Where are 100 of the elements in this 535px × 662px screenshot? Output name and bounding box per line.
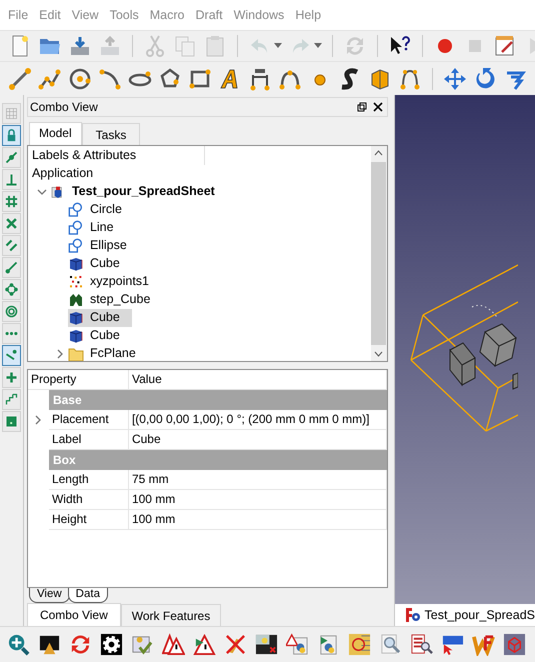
property-name: Height — [48, 510, 129, 530]
wireframe-icon[interactable] — [503, 633, 526, 656]
grid-icon — [4, 106, 19, 121]
folder-icon — [68, 346, 84, 361]
tree-item[interactable]: Cube — [68, 308, 132, 327]
gear-icon[interactable] — [100, 633, 123, 656]
property-value[interactable]: 100 mm — [128, 510, 386, 530]
tree-item[interactable]: Line — [68, 218, 116, 237]
scroll-thumb[interactable] — [371, 162, 386, 345]
tab[interactable]: Work Features — [120, 604, 222, 626]
solid-icon — [68, 292, 84, 308]
tab[interactable]: Model — [28, 122, 82, 145]
parallel-icon — [4, 238, 19, 253]
tab[interactable]: View — [28, 588, 70, 603]
property-value[interactable]: 75 mm — [128, 470, 386, 490]
dots-button[interactable] — [2, 323, 21, 344]
tab[interactable]: Combo View — [26, 603, 121, 626]
column-header: Labels & Attributes — [28, 146, 205, 165]
steps-button[interactable] — [2, 389, 21, 410]
points-icon — [68, 274, 84, 290]
document-tab[interactable]: Test_pour_SpreadS — [394, 604, 535, 626]
near-button[interactable] — [2, 345, 21, 366]
arrows-icon[interactable] — [69, 633, 92, 656]
erase-icon[interactable] — [224, 633, 247, 656]
caret-icon[interactable] — [314, 43, 322, 49]
plus-button[interactable] — [2, 367, 21, 388]
tree-item[interactable]: Test_pour_SpreadSheet — [50, 182, 217, 201]
property-value[interactable]: [(0,00 0,00 1,00); 0 °; (200 mm 0 mm 0 mm)] — [128, 410, 386, 430]
cross-button[interactable] — [2, 213, 21, 234]
scroll-down-icon[interactable] — [374, 350, 383, 357]
tree-item[interactable]: Cube — [68, 254, 122, 273]
warning-icon[interactable] — [162, 633, 185, 656]
nodes-button[interactable] — [2, 279, 21, 300]
nodes-icon — [4, 282, 19, 297]
perpendicular-button[interactable] — [2, 169, 21, 190]
midpoint-icon — [4, 150, 19, 165]
panel-title: Combo View — [30, 100, 98, 114]
circle-icon[interactable] — [68, 66, 92, 90]
target-button[interactable] — [2, 301, 21, 322]
tab[interactable]: Tasks — [82, 122, 140, 145]
tree-item[interactable]: Cube — [68, 326, 122, 345]
cube-icon — [68, 256, 84, 272]
steps-icon — [4, 392, 19, 407]
save-icon[interactable] — [68, 34, 92, 58]
perpendicular-icon — [4, 172, 19, 187]
tab[interactable]: Data — [68, 588, 108, 603]
close-icon[interactable] — [372, 102, 382, 112]
arc-icon[interactable] — [98, 66, 122, 90]
sketch-icon — [68, 220, 84, 236]
sun-icon[interactable] — [255, 633, 278, 656]
polygon-icon[interactable] — [158, 66, 182, 90]
float-icon[interactable] — [356, 102, 366, 112]
document-tab-label: Test_pour_SpreadS — [424, 608, 535, 622]
move-icon[interactable] — [443, 66, 467, 90]
near-icon — [4, 348, 19, 363]
zoom-icon[interactable] — [7, 633, 30, 656]
pointer-icon[interactable] — [441, 633, 464, 656]
dimension-icon[interactable] — [248, 66, 272, 90]
hash-button[interactable] — [2, 191, 21, 212]
3d-view[interactable] — [394, 95, 535, 604]
tree-item[interactable]: Ellipse — [68, 236, 129, 255]
warnscript-icon[interactable] — [286, 633, 309, 656]
emblem-icon[interactable] — [472, 633, 495, 656]
tree-item[interactable]: Circle — [68, 200, 124, 219]
tree-item[interactable]: xyzpoints1 — [68, 272, 152, 291]
cross-icon — [4, 216, 19, 231]
rectangle-icon[interactable] — [188, 66, 212, 90]
document-gear-icon — [404, 607, 420, 623]
square-button[interactable] — [2, 411, 21, 432]
tree-item[interactable]: FcPlane — [68, 344, 138, 361]
endpoint-icon — [4, 260, 19, 275]
group-header: Box — [48, 450, 386, 470]
cube-icon — [68, 310, 84, 326]
property-name: Width — [48, 490, 129, 510]
sketch-icon — [68, 238, 84, 254]
crosshair-icon[interactable] — [348, 633, 371, 656]
tree-root-label: Application — [32, 166, 94, 182]
scrollbar[interactable] — [370, 146, 386, 361]
square-icon — [4, 414, 19, 429]
property-name: Length — [48, 470, 129, 490]
inspect-icon[interactable] — [410, 633, 433, 656]
caret-icon[interactable] — [274, 43, 282, 49]
scroll-up-icon[interactable] — [374, 150, 383, 156]
property-value[interactable]: 100 mm — [128, 490, 386, 510]
parallel-button[interactable] — [2, 235, 21, 256]
property-name: Placement — [48, 410, 129, 430]
plus-icon — [4, 370, 19, 385]
line-icon[interactable] — [8, 66, 32, 90]
target-icon — [4, 304, 19, 319]
endpoint-button[interactable] — [2, 257, 21, 278]
group-header: Base — [48, 390, 386, 410]
wire-icon[interactable] — [38, 66, 62, 90]
midpoint-button[interactable] — [2, 147, 21, 168]
lock-button[interactable] — [2, 125, 21, 146]
sketch-icon — [68, 202, 84, 218]
flag-icon[interactable] — [193, 633, 216, 656]
cube-icon — [68, 328, 84, 344]
magnifier-icon[interactable] — [379, 633, 402, 656]
hash-icon — [4, 194, 19, 209]
tree-item[interactable]: step_Cube — [68, 290, 152, 309]
